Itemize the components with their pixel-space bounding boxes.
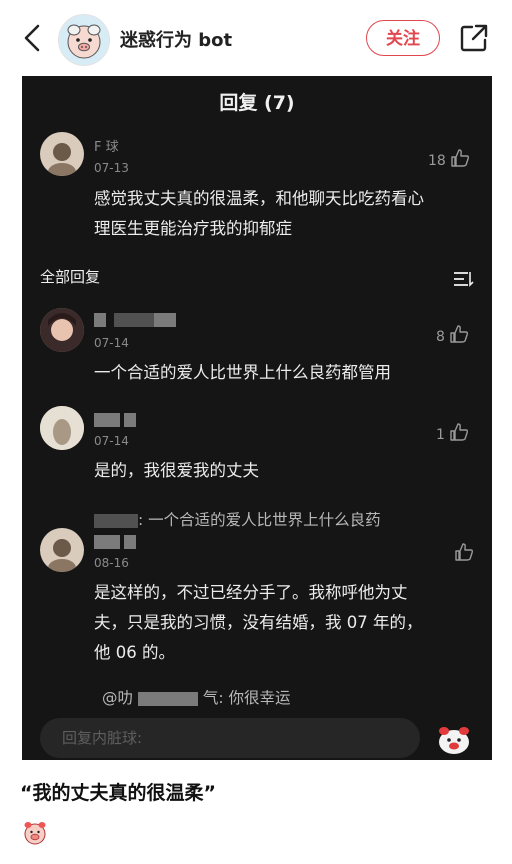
commenter-name-text: F 球 (94, 140, 119, 155)
sort-icon[interactable] (452, 270, 474, 288)
reply-username-blurred (94, 412, 137, 427)
top-bar: 迷惑行为 bot 关注 (0, 0, 512, 76)
post-caption: “我的丈夫真的很温柔” (20, 782, 216, 804)
reply-date: 07-14 (94, 336, 129, 350)
thumbs-up-icon (450, 423, 468, 441)
comment-line: 理医生更能治疗我的抑郁症 (94, 219, 292, 238)
like-button[interactable]: 1 (436, 422, 469, 443)
reply-text: 一个合适的爱人比世界上什么良药都管用 (94, 358, 391, 388)
like-button[interactable] (450, 542, 474, 563)
reply-input[interactable]: 回复内脏球: (40, 718, 420, 758)
pig-emoji-icon[interactable] (436, 724, 472, 756)
thumbs-up-icon (451, 149, 469, 167)
pig-face-icon (67, 24, 101, 59)
reply-username-blurred (94, 312, 177, 327)
comment-text: 感觉我丈夫真的很温柔，和他聊天比吃药看心 理医生更能治疗我的抑郁症 (94, 184, 424, 244)
comment-line: 感觉我丈夫真的很温柔，和他聊天比吃药看心 (94, 189, 424, 208)
reply-line: 他 06 的。 (94, 643, 175, 662)
reply-line: 一个合适的爱人比世界上什么良药都管用 (94, 363, 391, 382)
all-replies-label: 全部回复 (40, 268, 101, 286)
like-count: 8 (436, 329, 445, 345)
commenter-avatar[interactable] (40, 132, 84, 176)
like-count: 1 (436, 427, 445, 443)
follow-button[interactable]: 关注 (366, 20, 440, 56)
thumbs-up-icon (450, 325, 468, 343)
reply-date: 08-16 (94, 556, 129, 570)
nested-quote-suffix: 气: 你很幸运 (202, 689, 291, 707)
back-arrow-icon[interactable] (18, 22, 46, 54)
reply-line: 是的，我很爱我的丈夫 (94, 461, 259, 480)
nested-quote-prefix: @叻 (102, 689, 134, 707)
reply-avatar[interactable] (40, 308, 84, 352)
account-avatar[interactable] (58, 14, 110, 66)
like-count: 18 (428, 153, 446, 169)
reply-date: 07-14 (94, 434, 129, 448)
reply-text: 是的，我很爱我的丈夫 (94, 456, 259, 486)
reply-avatar[interactable] (40, 528, 84, 572)
embedded-screenshot: 回复 (7) F 球 07-13 18 感觉我丈夫真的很温柔，和他聊天比吃药看心… (22, 76, 492, 760)
nested-quote: @叻 气: 你很幸运 (102, 686, 291, 708)
quoted-reply: : 一个合适的爱人比世界上什么良药 (94, 508, 381, 530)
reply-line: 夫，只是我的习惯，没有结婚，我 07 年的， (94, 613, 423, 632)
share-icon[interactable] (458, 22, 490, 54)
like-button[interactable]: 18 (428, 148, 470, 169)
quoted-reply-text: : 一个合适的爱人比世界上什么良药 (138, 511, 381, 529)
pig-emoji-icon (24, 822, 46, 845)
like-button[interactable]: 8 (436, 324, 469, 345)
reply-text: 是这样的，不过已经分手了。我称呼他为丈 夫，只是我的习惯，没有结婚，我 07 年… (94, 578, 423, 668)
thumbs-up-icon (455, 543, 474, 561)
account-name[interactable]: 迷惑行为 bot (120, 26, 232, 52)
reply-avatar[interactable] (40, 406, 84, 450)
comment-date: 07-13 (94, 161, 129, 175)
reply-line: 是这样的，不过已经分手了。我称呼他为丈 (94, 583, 408, 602)
replies-title: 回复 (7) (219, 92, 295, 114)
reply-username-blurred (94, 534, 137, 549)
commenter-name: F 球 (94, 136, 119, 155)
